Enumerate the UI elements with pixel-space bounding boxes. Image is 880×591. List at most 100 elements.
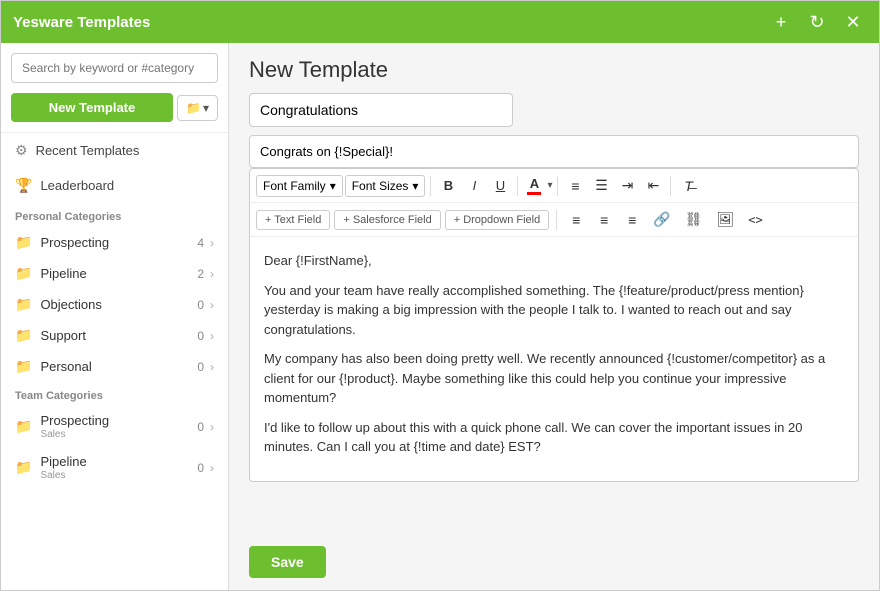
subject-row xyxy=(249,135,859,168)
unordered-list-button[interactable]: ☰ xyxy=(589,174,613,197)
sidebar-item-support[interactable]: 📁 Support 0 › xyxy=(1,320,228,351)
folder-personal-icon: 📁 xyxy=(15,358,32,375)
personal-arrow: › xyxy=(210,360,214,374)
sidebar-item-leaderboard[interactable]: 🏆 Leaderboard xyxy=(1,168,228,203)
align-right-button[interactable]: ≡ xyxy=(620,209,644,231)
template-form: Font Family ▾ Font Sizes ▾ B I U xyxy=(229,93,879,534)
sidebar-item-personal[interactable]: 📁 Personal 0 › xyxy=(1,351,228,382)
search-box xyxy=(11,53,218,83)
support-count: 0 xyxy=(197,329,204,343)
toolbar-row-2: + Text Field + Salesforce Field + Dropdo… xyxy=(250,203,858,237)
folder-dropdown-arrow: ▾ xyxy=(203,101,209,115)
toolbar-row-1: Font Family ▾ Font Sizes ▾ B I U xyxy=(250,169,858,203)
add-template-button[interactable]: + xyxy=(767,8,795,36)
folder-dropdown-button[interactable]: 📁 ▾ xyxy=(177,95,218,121)
editor-line-1: Dear {!FirstName}, xyxy=(264,251,844,271)
text-field-button[interactable]: + Text Field xyxy=(256,210,330,230)
personal-label: Personal xyxy=(40,359,197,374)
team-section-label: Team Categories xyxy=(1,382,228,406)
toolbar-divider-5 xyxy=(556,210,557,230)
html-button[interactable]: <> xyxy=(743,210,767,230)
outdent-button[interactable]: ⇤ xyxy=(641,174,665,197)
editor-line-3: My company has also been doing pretty we… xyxy=(264,349,844,408)
sidebar-item-objections[interactable]: 📁 Objections 0 › xyxy=(1,289,228,320)
toolbar-divider-2 xyxy=(517,176,518,196)
sidebar-item-prospecting[interactable]: 📁 Prospecting 4 › xyxy=(1,227,228,258)
new-template-button[interactable]: New Template xyxy=(11,93,173,122)
pipeline-sales-sub: Sales xyxy=(40,470,197,481)
prospecting-label: Prospecting xyxy=(40,235,197,250)
clear-format-button[interactable]: T̶ xyxy=(676,175,700,197)
folder-pipeline-sales-icon: 📁 xyxy=(15,459,32,476)
header-actions: + ↻ ✕ xyxy=(767,8,867,36)
app-title: Yesware Templates xyxy=(13,14,150,31)
folder-support-icon: 📁 xyxy=(15,327,32,344)
personal-count: 0 xyxy=(197,360,204,374)
ordered-list-button[interactable]: ≡ xyxy=(563,175,587,197)
sidebar-item-recent-templates[interactable]: ⚙ Recent Templates xyxy=(1,133,228,168)
prospecting-count: 4 xyxy=(197,236,204,250)
leaderboard-icon: 🏆 xyxy=(15,177,32,194)
underline-button[interactable]: U xyxy=(488,175,512,196)
personal-section-label: Personal Categories xyxy=(1,203,228,227)
main-header: New Template xyxy=(229,43,879,93)
salesforce-field-button[interactable]: + Salesforce Field xyxy=(334,210,440,230)
font-family-label: Font Family xyxy=(263,179,326,193)
page-title: New Template xyxy=(249,57,859,83)
folder-prospecting-icon: 📁 xyxy=(15,234,32,251)
indent-button[interactable]: ⇥ xyxy=(615,174,639,197)
objections-count: 0 xyxy=(197,298,204,312)
save-button[interactable]: Save xyxy=(249,546,326,578)
pipeline-sales-arrow: › xyxy=(210,461,214,475)
editor-line-2: You and your team have really accomplish… xyxy=(264,281,844,340)
font-family-arrow: ▾ xyxy=(330,179,336,193)
prospecting-sales-name: Prospecting Sales xyxy=(40,413,197,440)
sidebar: New Template 📁 ▾ ⚙ Recent Templates 🏆 Le… xyxy=(1,43,229,590)
objections-label: Objections xyxy=(40,297,197,312)
main-panel: New Template Font Family ▾ xyxy=(229,43,879,590)
pipeline-count: 2 xyxy=(197,267,204,281)
align-center-button[interactable]: ≡ xyxy=(592,209,616,231)
prospecting-arrow: › xyxy=(210,236,214,250)
dropdown-field-button[interactable]: + Dropdown Field xyxy=(445,210,550,230)
recent-templates-icon: ⚙ xyxy=(15,142,28,159)
sidebar-item-pipeline[interactable]: 📁 Pipeline 2 › xyxy=(1,258,228,289)
subject-input[interactable] xyxy=(249,135,859,168)
folder-pipeline-icon: 📁 xyxy=(15,265,32,282)
sidebar-item-pipeline-sales[interactable]: 📁 Pipeline Sales 0 › xyxy=(1,447,228,488)
leaderboard-label: Leaderboard xyxy=(40,178,114,193)
app-container: Yesware Templates + ↻ ✕ New Template 📁 ▾ xyxy=(0,0,880,591)
sidebar-item-prospecting-sales[interactable]: 📁 Prospecting Sales 0 › xyxy=(1,406,228,447)
refresh-button[interactable]: ↻ xyxy=(803,8,831,36)
color-dropdown-arrow[interactable]: ▾ xyxy=(547,180,552,191)
editor-wrapper: Font Family ▾ Font Sizes ▾ B I U xyxy=(249,168,859,482)
folder-objections-icon: 📁 xyxy=(15,296,32,313)
font-sizes-select[interactable]: Font Sizes ▾ xyxy=(345,175,426,197)
font-sizes-label: Font Sizes xyxy=(352,179,409,193)
folder-icon: 📁 xyxy=(186,101,201,115)
editor-content[interactable]: Dear {!FirstName}, You and your team hav… xyxy=(250,237,858,481)
sidebar-nav: ⚙ Recent Templates 🏆 Leaderboard xyxy=(1,132,228,203)
support-arrow: › xyxy=(210,329,214,343)
unlink-button[interactable]: ⛓ xyxy=(680,208,708,231)
search-input[interactable] xyxy=(11,53,218,83)
close-button[interactable]: ✕ xyxy=(839,8,867,36)
align-left-button[interactable]: ≡ xyxy=(564,209,588,231)
prospecting-sales-count: 0 xyxy=(197,420,204,434)
font-family-select[interactable]: Font Family ▾ xyxy=(256,175,343,197)
bold-button[interactable]: B xyxy=(436,175,460,196)
link-button[interactable]: 🔗 xyxy=(648,208,675,231)
recent-templates-label: Recent Templates xyxy=(36,143,140,158)
template-name-input[interactable] xyxy=(249,93,513,127)
image-button[interactable]: 🖼 xyxy=(711,208,739,231)
italic-button[interactable]: I xyxy=(462,175,486,196)
prospecting-sales-label: Prospecting xyxy=(40,413,109,428)
folder-prospecting-sales-icon: 📁 xyxy=(15,418,32,435)
prospecting-sales-arrow: › xyxy=(210,420,214,434)
prospecting-sales-sub: Sales xyxy=(40,429,197,440)
support-label: Support xyxy=(40,328,197,343)
font-sizes-arrow: ▾ xyxy=(412,179,418,193)
text-color-button[interactable]: A xyxy=(523,174,545,197)
app-header: Yesware Templates + ↻ ✕ xyxy=(1,1,879,43)
toolbar-divider-4 xyxy=(670,176,671,196)
